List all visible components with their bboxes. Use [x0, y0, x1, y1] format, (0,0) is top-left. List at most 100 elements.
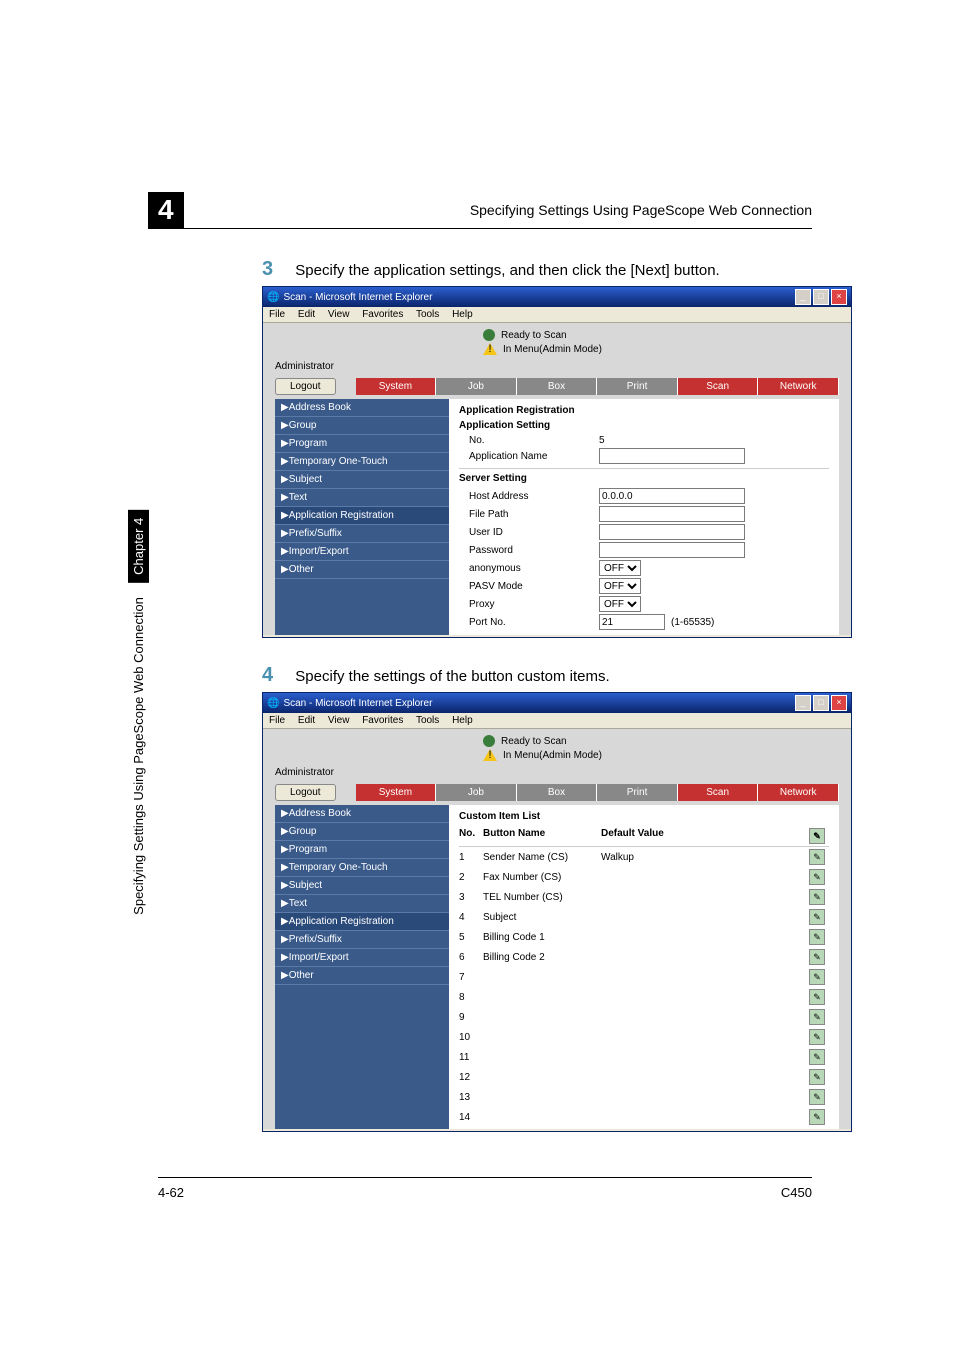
- user-input[interactable]: [599, 524, 745, 540]
- pasv-label: PASV Mode: [459, 581, 599, 592]
- menu-favorites[interactable]: Favorites: [362, 309, 403, 320]
- close-button[interactable]: ×: [831, 289, 847, 305]
- ie-menubar: File Edit View Favorites Tools Help: [263, 307, 851, 323]
- tab-print[interactable]: Print: [597, 378, 678, 395]
- logout-button-2[interactable]: Logout: [275, 784, 336, 801]
- tab-job-2[interactable]: Job: [436, 784, 517, 801]
- tab-print-2[interactable]: Print: [597, 784, 678, 801]
- sidebar-program[interactable]: ▶Program: [275, 435, 449, 453]
- edit-icon[interactable]: ✎: [809, 849, 825, 865]
- row-button-name: Subject: [483, 912, 601, 923]
- edit-icon[interactable]: ✎: [809, 1049, 825, 1065]
- sidebar-import-export[interactable]: ▶Import/Export: [275, 543, 449, 561]
- header-rule: [148, 228, 812, 229]
- host-input[interactable]: [599, 488, 745, 504]
- path-input[interactable]: [599, 506, 745, 522]
- edit-icon[interactable]: ✎: [809, 1109, 825, 1125]
- sidebar-subject[interactable]: ▶Subject: [275, 471, 449, 489]
- sidebar: ▶Address Book ▶Group ▶Program ▶Temporary…: [275, 399, 449, 635]
- sidebar-temp-onetouch[interactable]: ▶Temporary One-Touch: [275, 453, 449, 471]
- sidebar-text-2[interactable]: ▶Text: [275, 895, 449, 913]
- minimize-button[interactable]: _: [795, 289, 811, 305]
- menu-edit[interactable]: Edit: [298, 309, 315, 320]
- maximize-button[interactable]: □: [813, 289, 829, 305]
- tab-box-2[interactable]: Box: [517, 784, 598, 801]
- port-range: (1-65535): [671, 617, 714, 628]
- status-dot-icon: [483, 329, 495, 341]
- menu-view-2[interactable]: View: [328, 715, 350, 726]
- row-no: 8: [459, 992, 483, 1003]
- sidebar-program-2[interactable]: ▶Program: [275, 841, 449, 859]
- step-4-num: 4: [262, 664, 273, 686]
- table-row: 13✎: [459, 1087, 829, 1107]
- pass-input[interactable]: [599, 542, 745, 558]
- sidebar-temp-onetouch-2[interactable]: ▶Temporary One-Touch: [275, 859, 449, 877]
- menu-help[interactable]: Help: [452, 309, 473, 320]
- tab-box[interactable]: Box: [517, 378, 598, 395]
- row-no: 5: [459, 932, 483, 943]
- tab-system-2[interactable]: System: [356, 784, 437, 801]
- sidebar-app-registration-2[interactable]: ▶Application Registration: [275, 913, 449, 931]
- sidebar-import-export-2[interactable]: ▶Import/Export: [275, 949, 449, 967]
- ie-content: Ready to Scan !In Menu(Admin Mode) Admin…: [263, 323, 851, 635]
- menu-tools-2[interactable]: Tools: [416, 715, 439, 726]
- edit-icon[interactable]: ✎: [809, 1029, 825, 1045]
- table-header: No. Button Name Default Value ✎: [459, 826, 829, 847]
- menu-tools[interactable]: Tools: [416, 309, 439, 320]
- menu-help-2[interactable]: Help: [452, 715, 473, 726]
- edit-icon[interactable]: ✎: [809, 889, 825, 905]
- menu-file[interactable]: File: [269, 309, 285, 320]
- menu-file-2[interactable]: File: [269, 715, 285, 726]
- status-mode: In Menu(Admin Mode): [503, 344, 602, 355]
- ie-content-2: Ready to Scan !In Menu(Admin Mode) Admin…: [263, 729, 851, 1129]
- row-button-name: Sender Name (CS): [483, 852, 601, 863]
- edit-icon[interactable]: ✎: [809, 949, 825, 965]
- ie-icon-2: 🌐: [267, 698, 279, 709]
- sidebar-address-book-2[interactable]: ▶Address Book: [275, 805, 449, 823]
- appname-input[interactable]: [599, 448, 745, 464]
- step-3-text: Specify the application settings, and th…: [295, 262, 719, 279]
- edit-icon[interactable]: ✎: [809, 909, 825, 925]
- menu-favorites-2[interactable]: Favorites: [362, 715, 403, 726]
- edit-icon[interactable]: ✎: [809, 869, 825, 885]
- ie-title-text: Scan - Microsoft Internet Explorer: [283, 292, 432, 303]
- tab-network[interactable]: Network: [758, 378, 839, 395]
- row-no: 9: [459, 1012, 483, 1023]
- edit-icon[interactable]: ✎: [809, 1089, 825, 1105]
- tab-scan[interactable]: Scan: [678, 378, 759, 395]
- sidebar-prefix-suffix[interactable]: ▶Prefix/Suffix: [275, 525, 449, 543]
- edit-icon[interactable]: ✎: [809, 1069, 825, 1085]
- edit-icon[interactable]: ✎: [809, 969, 825, 985]
- sidebar-app-registration[interactable]: ▶Application Registration: [275, 507, 449, 525]
- edit-icon[interactable]: ✎: [809, 929, 825, 945]
- tab-network-2[interactable]: Network: [758, 784, 839, 801]
- pasv-select[interactable]: OFF: [599, 578, 641, 594]
- sidebar-other-2[interactable]: ▶Other: [275, 967, 449, 985]
- edit-icon[interactable]: ✎: [809, 828, 825, 844]
- sidebar-text[interactable]: ▶Text: [275, 489, 449, 507]
- tab-scan-2[interactable]: Scan: [678, 784, 759, 801]
- proxy-select[interactable]: OFF: [599, 596, 641, 612]
- sidebar-prefix-suffix-2[interactable]: ▶Prefix/Suffix: [275, 931, 449, 949]
- tab-system[interactable]: System: [356, 378, 437, 395]
- anon-select[interactable]: OFF: [599, 560, 641, 576]
- edit-icon[interactable]: ✎: [809, 1009, 825, 1025]
- maximize-button-2[interactable]: □: [813, 695, 829, 711]
- menu-view[interactable]: View: [328, 309, 350, 320]
- sidebar-address-book[interactable]: ▶Address Book: [275, 399, 449, 417]
- sidebar-2: ▶Address Book ▶Group ▶Program ▶Temporary…: [275, 805, 449, 1129]
- sidebar-group[interactable]: ▶Group: [275, 417, 449, 435]
- col-default-value: Default Value: [601, 828, 809, 844]
- menu-edit-2[interactable]: Edit: [298, 715, 315, 726]
- sidebar-subject-2[interactable]: ▶Subject: [275, 877, 449, 895]
- close-button-2[interactable]: ×: [831, 695, 847, 711]
- row-no: 10: [459, 1032, 483, 1043]
- tab-job[interactable]: Job: [436, 378, 517, 395]
- minimize-button-2[interactable]: _: [795, 695, 811, 711]
- sidebar-group-2[interactable]: ▶Group: [275, 823, 449, 841]
- row-button-name: Billing Code 1: [483, 932, 601, 943]
- edit-icon[interactable]: ✎: [809, 989, 825, 1005]
- sidebar-other[interactable]: ▶Other: [275, 561, 449, 579]
- port-input[interactable]: [599, 614, 665, 630]
- logout-button[interactable]: Logout: [275, 378, 336, 395]
